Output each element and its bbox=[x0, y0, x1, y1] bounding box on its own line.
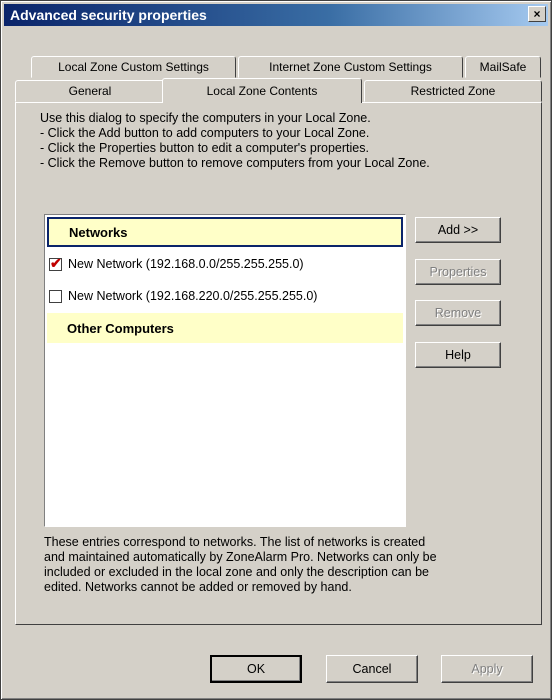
close-button[interactable]: × bbox=[528, 6, 546, 22]
network-row[interactable]: New Network (192.168.220.0/255.255.255.0… bbox=[49, 284, 317, 308]
title-bar[interactable]: Advanced security properties × bbox=[4, 4, 548, 26]
tab-label: Internet Zone Custom Settings bbox=[269, 60, 432, 74]
tab-label: Restricted Zone bbox=[410, 84, 496, 98]
tab-local-zone-custom-settings[interactable]: Local Zone Custom Settings bbox=[31, 56, 236, 78]
window-title: Advanced security properties bbox=[10, 7, 207, 23]
tab-label: General bbox=[68, 84, 112, 98]
network-label: New Network (192.168.0.0/255.255.255.0) bbox=[68, 257, 304, 271]
zone-computers-list[interactable]: Networks New Network (192.168.0.0/255.25… bbox=[44, 214, 406, 527]
network-checkbox[interactable] bbox=[49, 289, 62, 303]
tab-label: Local Zone Contents bbox=[206, 84, 318, 98]
ok-button-label: OK bbox=[246, 662, 266, 676]
tab-local-zone-contents[interactable]: Local Zone Contents bbox=[162, 78, 362, 103]
networks-note-line: and maintained automatically by ZoneAlar… bbox=[44, 550, 437, 564]
cancel-button[interactable]: Cancel bbox=[326, 655, 418, 683]
apply-button[interactable]: Apply bbox=[441, 655, 533, 683]
tab-restricted-zone[interactable]: Restricted Zone bbox=[364, 80, 542, 102]
network-checkbox[interactable] bbox=[49, 255, 62, 272]
properties-button[interactable]: Properties bbox=[415, 259, 501, 285]
add-button-label: Add >> bbox=[437, 223, 479, 237]
networks-header-label: Networks bbox=[69, 224, 128, 240]
tab-label: MailSafe bbox=[479, 60, 527, 74]
tab-label: Local Zone Custom Settings bbox=[58, 60, 209, 74]
instructions-text: Use this dialog to specify the computers… bbox=[40, 111, 530, 171]
tab-mailsafe[interactable]: MailSafe bbox=[465, 56, 541, 78]
tab-general[interactable]: General bbox=[15, 80, 165, 102]
advanced-security-properties-dialog: Advanced security properties × Local Zon… bbox=[0, 0, 552, 700]
network-label: New Network (192.168.220.0/255.255.255.0… bbox=[68, 289, 318, 303]
ok-button[interactable]: OK bbox=[210, 655, 302, 683]
local-zone-contents-panel: Use this dialog to specify the computers… bbox=[15, 102, 542, 625]
apply-button-label: Apply bbox=[471, 662, 503, 676]
close-icon: × bbox=[533, 7, 541, 21]
instructions-line: - Click the Properties button to edit a … bbox=[40, 141, 369, 155]
instructions-line: Use this dialog to specify the computers… bbox=[40, 111, 371, 125]
instructions-line: - Click the Add button to add computers … bbox=[40, 126, 370, 140]
add-button[interactable]: Add >> bbox=[415, 217, 501, 243]
networks-note-line: These entries correspond to networks. Th… bbox=[44, 535, 426, 549]
help-button[interactable]: Help bbox=[415, 342, 501, 368]
networks-note: These entries correspond to networks. Th… bbox=[44, 535, 534, 595]
networks-header-row[interactable]: Networks bbox=[47, 217, 403, 247]
properties-button-label: Properties bbox=[429, 265, 487, 279]
remove-button-label: Remove bbox=[434, 306, 482, 320]
network-row[interactable]: New Network (192.168.0.0/255.255.255.0) bbox=[49, 252, 304, 276]
remove-button[interactable]: Remove bbox=[415, 300, 501, 326]
tab-internet-zone-custom-settings[interactable]: Internet Zone Custom Settings bbox=[238, 56, 463, 78]
networks-note-line: edited. Networks cannot be added or remo… bbox=[44, 580, 352, 594]
other-computers-header-row[interactable]: Other Computers bbox=[47, 313, 403, 343]
networks-note-line: included or excluded in the local zone a… bbox=[44, 565, 429, 579]
other-computers-header-label: Other Computers bbox=[67, 320, 174, 336]
help-button-label: Help bbox=[445, 348, 471, 362]
cancel-button-label: Cancel bbox=[352, 662, 392, 676]
instructions-line: - Click the Remove button to remove comp… bbox=[40, 156, 430, 170]
